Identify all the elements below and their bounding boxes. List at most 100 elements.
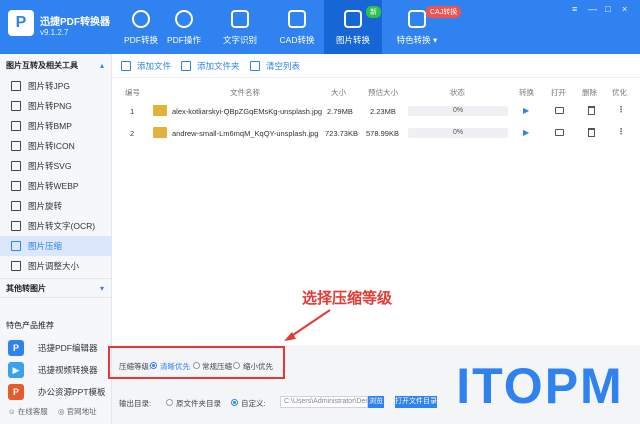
sidebar-item-label: 图片转PNG xyxy=(28,101,72,111)
add-file-button[interactable]: 添加文件 xyxy=(121,59,171,73)
output-custom-label[interactable]: 自定义: xyxy=(241,398,266,409)
play-icon[interactable]: ▶ xyxy=(523,128,529,137)
col-header-name: 文件名称 xyxy=(230,88,260,97)
sidebar-item-to-webp[interactable]: 图片转WEBP xyxy=(0,176,112,196)
support-icon: ☺ xyxy=(8,407,16,416)
sidebar-item-ocr[interactable]: 图片转文字(OCR) xyxy=(0,216,112,236)
sidebar-item-label: 图片压缩 xyxy=(28,241,63,251)
sidebar-item-label: 图片转文字(OCR) xyxy=(28,221,96,231)
online-support-link[interactable]: ☺ 在线客服 xyxy=(8,406,48,417)
toolbar-divider xyxy=(112,77,640,78)
close-icon[interactable]: × xyxy=(622,4,627,14)
output-dir-label: 输出目录: xyxy=(119,399,152,408)
sidebar-item-label: 图片转WEBP xyxy=(28,181,79,191)
open-folder-button[interactable]: 打开文件目录 xyxy=(395,396,437,408)
image-icon xyxy=(11,141,21,151)
caj-badge[interactable]: CAJ转换 xyxy=(426,6,462,18)
feature-video-converter[interactable]: ▶ 迅捷视频转换器 xyxy=(0,360,112,380)
app-version: v9.1.2.7 xyxy=(40,28,69,37)
sidebar-item-to-svg[interactable]: 图片转SVG xyxy=(0,156,112,176)
app-header: P 迅捷PDF转换器 v9.1.2.7 PDF转换 PDF操作 文字识别 CAD… xyxy=(0,0,640,54)
annotation-arrow-icon xyxy=(284,309,331,341)
sidebar-section-image-tools[interactable]: 图片互转及相关工具 ▴ xyxy=(0,56,112,76)
feature-label: 迅捷视频转换器 xyxy=(38,365,98,375)
col-header-optimize: 优化 xyxy=(612,88,627,97)
progress-label: 0% xyxy=(452,107,464,114)
sidebar-item-label: 图片转BMP xyxy=(28,121,72,131)
app-logo: P xyxy=(8,10,34,36)
folder-icon[interactable] xyxy=(555,129,564,136)
app-title: 迅捷PDF转换器 xyxy=(40,17,110,28)
sidebar-item-to-bmp[interactable]: 图片转BMP xyxy=(0,116,112,136)
output-custom-radio[interactable] xyxy=(231,399,238,406)
output-original-label[interactable]: 原文件夹目录 xyxy=(176,398,221,409)
chevron-down-icon: ▾ xyxy=(99,284,104,293)
col-header-status: 状态 xyxy=(450,88,465,97)
clear-icon xyxy=(250,61,260,71)
feature-title: 特色产品推荐 xyxy=(6,321,54,330)
trash-icon[interactable] xyxy=(588,106,595,115)
button-label: 清空列表 xyxy=(266,61,301,71)
sidebar-item-label: 图片旋转 xyxy=(28,201,63,211)
button-label: 添加文件 xyxy=(137,61,172,71)
row-estimated-size: 578.99KB xyxy=(366,129,399,138)
col-header-size: 大小 xyxy=(331,88,346,97)
tab-label: PDF操作 xyxy=(166,35,201,45)
row-filename: alex-kotliarskyi-QBpZGqEMsKg-unsplash.jp… xyxy=(172,107,323,116)
sidebar-item-to-png[interactable]: 图片转PNG xyxy=(0,96,112,116)
watermark-logo: ITOPM xyxy=(456,358,624,414)
compress-icon xyxy=(11,241,21,251)
clear-list-button[interactable]: 清空列表 xyxy=(250,59,300,73)
feature-pdf-editor[interactable]: P 迅捷PDF编辑器 xyxy=(0,338,112,358)
col-header-delete: 删除 xyxy=(582,88,597,97)
image-thumbnail-icon xyxy=(153,127,167,138)
more-icon[interactable]: ⋮ xyxy=(617,127,625,136)
ppt-icon: P xyxy=(8,384,24,400)
trash-icon[interactable] xyxy=(588,128,595,137)
folder-icon[interactable] xyxy=(555,107,564,114)
ocr-icon xyxy=(11,221,21,231)
section-title: 图片互转及相关工具 xyxy=(6,61,78,70)
sidebar-item-label: 图片转SVG xyxy=(28,161,72,171)
col-header-index: 编号 xyxy=(125,88,140,97)
sidebar-item-label: 图片调整大小 xyxy=(28,261,80,271)
browse-button[interactable]: 浏览 xyxy=(368,396,384,408)
row-progress: 0% xyxy=(408,128,508,138)
sidebar-item-resize[interactable]: 图片调整大小 xyxy=(0,256,112,276)
output-path-input[interactable]: C:\Users\Administrator\Des xyxy=(280,396,368,408)
output-original-radio[interactable] xyxy=(166,399,173,406)
maximize-icon[interactable]: □ xyxy=(605,4,610,14)
add-file-icon xyxy=(121,61,131,71)
minimize-icon[interactable]: — xyxy=(588,4,597,14)
sidebar-item-label: 图片转ICON xyxy=(28,141,75,151)
tab-pdf-operations[interactable]: PDF操作 xyxy=(155,0,213,54)
sidebar-item-to-jpg[interactable]: 图片转JPG xyxy=(0,76,112,96)
feature-ppt-templates[interactable]: P 办公资源PPT模板 xyxy=(0,382,112,402)
more-icon[interactable]: ⋮ xyxy=(617,105,625,114)
add-folder-button[interactable]: 添加文件夹 xyxy=(181,59,240,73)
tab-cad-convert[interactable]: CAD转换 xyxy=(268,0,326,54)
sidebar-section-other[interactable]: 其他转图片 ▾ xyxy=(0,278,112,298)
sidebar-item-to-icon[interactable]: 图片转ICON xyxy=(0,136,112,156)
row-size: 2.79MB xyxy=(327,107,353,116)
menu-icon[interactable]: ≡ xyxy=(572,4,577,14)
sidebar-item-rotate[interactable]: 图片旋转 xyxy=(0,196,112,216)
image-icon xyxy=(11,181,21,191)
image-icon xyxy=(11,81,21,91)
cad-icon xyxy=(288,10,306,28)
link-label: 在线客服 xyxy=(17,407,48,416)
image-thumbnail-icon xyxy=(153,105,167,116)
tab-label: 图片转换 xyxy=(335,35,370,45)
image-icon xyxy=(11,161,21,171)
new-badge: 新 xyxy=(366,6,381,18)
chevron-down-icon: ▾ xyxy=(433,35,438,45)
play-icon[interactable]: ▶ xyxy=(523,106,529,115)
row-filename: andrew-small-Lm6mqM_KqQY-unsplash.jpg xyxy=(172,129,319,138)
ocr-icon xyxy=(231,10,249,28)
row-index: 2 xyxy=(130,129,135,138)
tab-ocr[interactable]: 文字识别 xyxy=(211,0,269,54)
resize-icon xyxy=(11,261,21,271)
link-label: 官网地址 xyxy=(66,407,97,416)
official-site-link[interactable]: ◎ 官网地址 xyxy=(58,406,97,417)
sidebar-item-compress[interactable]: 图片压缩 xyxy=(0,236,112,256)
